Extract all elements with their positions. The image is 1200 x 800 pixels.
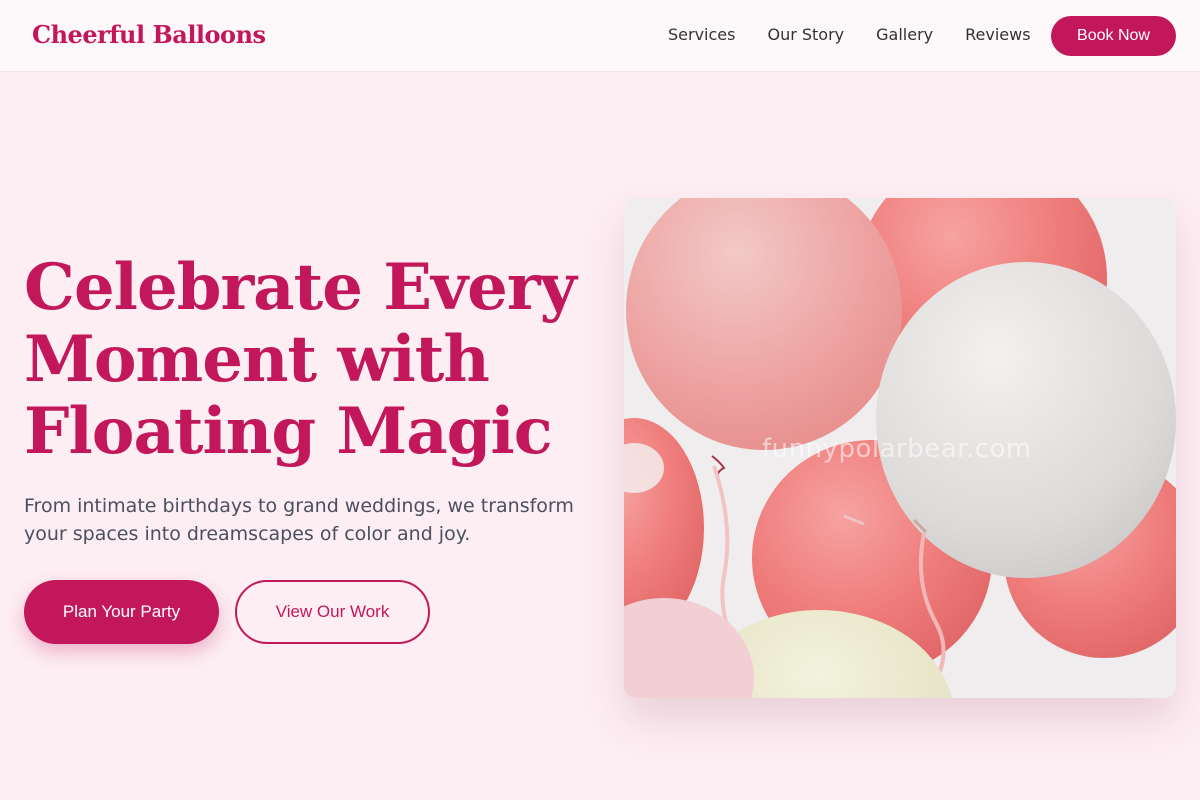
hero-title-line-1: Celebrate Every <box>24 250 577 325</box>
hero-title-line-2: Moment with <box>24 322 490 397</box>
hero-title: Celebrate Every Moment with Floating Mag… <box>24 252 604 468</box>
nav-links: Services Our Story Gallery Reviews <box>668 25 1031 44</box>
view-our-work-button[interactable]: View Our Work <box>235 580 430 644</box>
top-navbar: Cheerful Balloons Services Our Story Gal… <box>0 0 1200 72</box>
brand-logo[interactable]: Cheerful Balloons <box>32 20 266 49</box>
hero-subtitle: From intimate birthdays to grand wedding… <box>24 495 574 545</box>
hero-title-line-3: Floating Magic <box>24 394 553 469</box>
nav-link-reviews[interactable]: Reviews <box>965 25 1030 44</box>
nav-link-our-story[interactable]: Our Story <box>767 25 844 44</box>
hero-balloons-image: funnypolarbear.com <box>624 198 1176 698</box>
plan-your-party-button[interactable]: Plan Your Party <box>24 580 219 644</box>
nav-link-services[interactable]: Services <box>668 25 735 44</box>
image-watermark: funnypolarbear.com <box>762 434 1032 464</box>
book-now-button[interactable]: Book Now <box>1051 16 1176 56</box>
nav-link-gallery[interactable]: Gallery <box>876 25 933 44</box>
